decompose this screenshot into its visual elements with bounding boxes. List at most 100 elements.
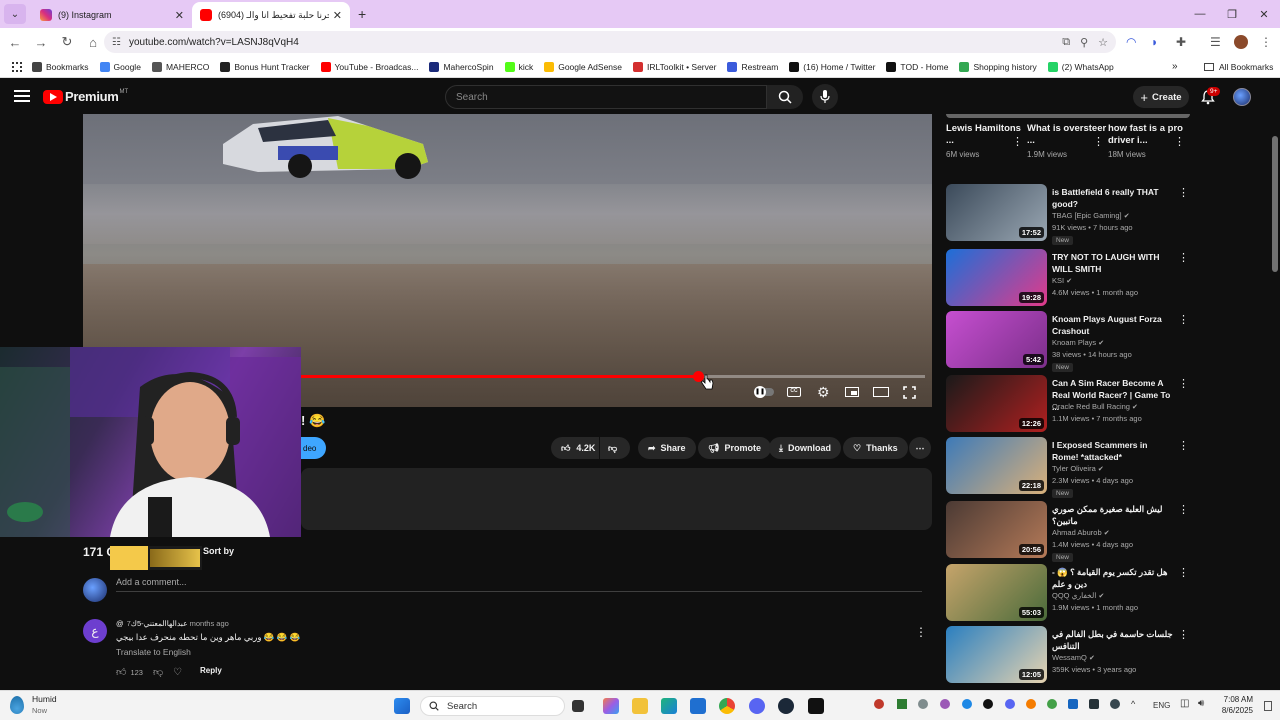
browser-tab-youtube[interactable]: (6904) استأجرنا حلبة تفحيط انا والـ ✕ xyxy=(192,2,350,28)
download-button[interactable]: ⤓ Download xyxy=(769,437,841,459)
reply-button[interactable]: Reply xyxy=(200,666,222,675)
dislike-button[interactable]: 👎︎ xyxy=(600,437,630,459)
tray-app-icon[interactable] xyxy=(962,699,972,709)
windows-start-icon[interactable] xyxy=(394,698,410,714)
taskbar-search[interactable]: Search xyxy=(420,696,565,716)
recommended-video[interactable]: 22:18 I Exposed Scammers in Rome! *attack… xyxy=(946,437,1190,498)
video-title[interactable]: is Battlefield 6 really THAT good? xyxy=(1052,186,1174,210)
captions-icon[interactable]: CC xyxy=(787,384,801,400)
bookmark-item[interactable]: MahercoSpin xyxy=(429,61,494,72)
all-bookmarks-button[interactable]: All Bookmarks xyxy=(1204,62,1273,72)
store-icon[interactable] xyxy=(690,698,706,714)
video-more-icon[interactable]: ⋮ xyxy=(1178,566,1189,579)
url-field[interactable]: ☷ youtube.com/watch?v=LASNJ8qVqH4 ⧉ ⚲ ☆ xyxy=(104,31,1116,53)
chevron-up-icon[interactable]: ^ xyxy=(1131,699,1135,709)
video-title[interactable]: ليش العلبة صغيرة ممكن صوري ماتبين؟ xyxy=(1052,503,1174,527)
video-more-icon[interactable]: ⋮ xyxy=(1178,251,1189,264)
account-avatar[interactable] xyxy=(1233,88,1251,106)
tray-app-icon[interactable] xyxy=(918,699,928,709)
restore-icon[interactable]: ❐ xyxy=(1216,0,1248,28)
bookmark-item[interactable]: (2) WhatsApp xyxy=(1047,61,1114,72)
task-view-icon[interactable] xyxy=(572,700,584,712)
channel-name[interactable]: Tyler Oliveira xyxy=(1052,464,1096,473)
notification-center-icon[interactable] xyxy=(1264,701,1272,711)
recommended-video[interactable]: 17:52 is Battlefield 6 really THAT good? T… xyxy=(946,184,1190,245)
channel-name[interactable]: QQQ الخفاري xyxy=(1052,591,1096,600)
channel-name[interactable]: Knoam Plays xyxy=(1052,338,1096,347)
bookmark-item[interactable]: kick xyxy=(504,61,533,72)
video-title[interactable]: هل تقدر تكسر يوم القيامة ؟ 😱 - دين و علم xyxy=(1052,566,1174,590)
bookmark-star-icon[interactable]: ☆ xyxy=(1098,36,1108,49)
profile-icon[interactable] xyxy=(1234,31,1248,53)
sort-comments-button[interactable]: Sort by xyxy=(203,546,234,556)
bookmark-item[interactable]: Bonus Hunt Tracker xyxy=(220,61,310,72)
tray-app-icon[interactable] xyxy=(874,699,884,709)
tray-app-icon[interactable] xyxy=(940,699,950,709)
tab-search-button[interactable]: ⌄ xyxy=(4,4,26,24)
short-item[interactable]: Lewis Hamiltons ... 6M views ⋮ xyxy=(946,123,1026,159)
video-thumbnail[interactable]: 12:05 xyxy=(946,626,1047,683)
video-title[interactable]: Knoam Plays August Forza Crashout xyxy=(1052,313,1174,337)
copilot-icon[interactable] xyxy=(603,698,619,714)
like-button[interactable]: 👍︎ 4.2K xyxy=(551,437,599,459)
apps-grid-icon[interactable] xyxy=(12,61,22,72)
video-more-icon[interactable]: ⋮ xyxy=(1178,439,1189,452)
close-window-icon[interactable]: ✕ xyxy=(1248,0,1280,28)
short-item[interactable]: how fast is a pro driver i... 18M views … xyxy=(1108,123,1188,159)
scrollbar-thumb[interactable] xyxy=(1272,136,1278,272)
tray-app-icon[interactable] xyxy=(1110,699,1120,709)
search-input[interactable]: Search xyxy=(445,85,767,109)
file-explorer-icon[interactable] xyxy=(632,698,648,714)
new-tab-button[interactable]: + xyxy=(358,6,366,22)
chrome-icon[interactable] xyxy=(719,698,735,714)
voice-search-button[interactable] xyxy=(812,84,838,110)
network-icon[interactable]: ◫ xyxy=(1180,698,1189,709)
bookmark-item[interactable]: Google AdSense xyxy=(544,61,622,72)
bookmark-item[interactable]: IRLToolkit • Server xyxy=(633,61,716,72)
description-box[interactable] xyxy=(301,468,932,530)
extension-icon[interactable]: ◗ xyxy=(1151,31,1158,53)
comment-like-icon[interactable]: 👍︎ xyxy=(116,666,126,678)
comment-more-icon[interactable]: ⋮ xyxy=(915,625,927,639)
video-thumbnail[interactable]: 5:42 xyxy=(946,311,1047,368)
edge-icon[interactable] xyxy=(661,698,677,714)
settings-gear-icon[interactable]: ⚙ xyxy=(817,384,830,400)
search-button[interactable] xyxy=(767,85,803,109)
share-button[interactable]: ➦ Share xyxy=(638,437,696,459)
reading-list-icon[interactable]: ☰ xyxy=(1210,31,1221,53)
video-more-icon[interactable]: ⋮ xyxy=(1178,377,1189,390)
bookmark-item[interactable]: Bookmarks xyxy=(32,61,89,72)
short-more-icon[interactable]: ⋮ xyxy=(1093,135,1104,148)
taskbar-clock[interactable]: 7:08 AM 8/6/2025 xyxy=(1218,694,1253,716)
tray-app-icon[interactable] xyxy=(1005,699,1015,709)
tray-app-icon[interactable] xyxy=(983,699,993,709)
recommended-video[interactable]: 20:56 ليش العلبة صغيرة ممكن صوري ماتبين؟ A… xyxy=(946,501,1190,562)
video-title[interactable]: TRY NOT TO LAUGH WITH WILL SMITH xyxy=(1052,251,1174,275)
translate-link[interactable]: Translate to English xyxy=(116,647,191,657)
reload-icon[interactable]: ↻ xyxy=(56,31,78,53)
recommended-video[interactable]: 12:05 جلسات حاسمة في بطل الفالم في التناف… xyxy=(946,626,1190,684)
bookmark-item[interactable]: TOD - Home xyxy=(886,61,948,72)
forward-icon[interactable]: → xyxy=(30,31,52,53)
video-more-icon[interactable]: ⋮ xyxy=(1178,313,1189,326)
recommended-video[interactable]: 19:28 TRY NOT TO LAUGH WITH WILL SMITH KSI… xyxy=(946,249,1190,307)
bookmark-item[interactable]: MAHERCO xyxy=(151,61,209,72)
minimize-icon[interactable]: — xyxy=(1184,0,1216,28)
autoplay-toggle[interactable]: ❚❚ xyxy=(754,384,774,400)
video-thumbnail[interactable]: 19:28 xyxy=(946,249,1047,306)
youtube-premium-logo[interactable]: Premium MT xyxy=(43,89,128,104)
channel-name[interactable]: Ahmad Aburob xyxy=(1052,528,1102,537)
miniplayer-icon[interactable] xyxy=(845,384,859,400)
bookmark-item[interactable]: YouTube - Broadcas... xyxy=(320,61,418,72)
close-tab-icon[interactable]: ✕ xyxy=(175,9,184,22)
video-thumbnail[interactable]: 17:52 xyxy=(946,184,1047,241)
language-indicator[interactable]: ENG xyxy=(1153,701,1170,710)
tray-app-icon[interactable] xyxy=(897,699,907,709)
channel-name[interactable]: KSI xyxy=(1052,276,1064,285)
recommended-video[interactable]: 5:42 Knoam Plays August Forza Crashout Kno… xyxy=(946,311,1190,372)
volume-icon[interactable]: 🔊︎ xyxy=(1198,698,1204,709)
bookmark-item[interactable]: Shopping history xyxy=(959,61,1037,72)
more-bookmarks-icon[interactable]: » xyxy=(1172,61,1178,72)
video-thumbnail[interactable]: 12:26 xyxy=(946,375,1047,432)
add-comment-input[interactable]: Add a comment... xyxy=(116,577,187,587)
